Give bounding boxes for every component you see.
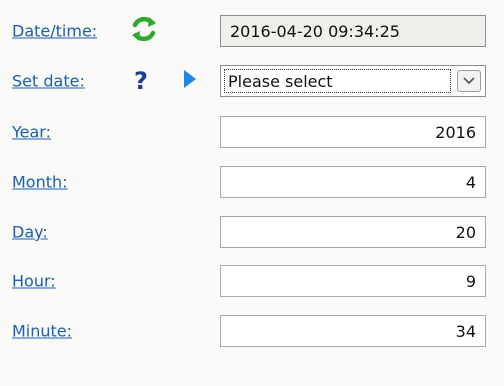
help-icon[interactable]: ?	[134, 69, 148, 93]
year-input[interactable]: 2016	[220, 116, 486, 148]
month-row: Month: 4	[0, 165, 504, 199]
set-date-label-link[interactable]: Set date:	[12, 72, 85, 91]
day-row: Day: 20	[0, 215, 504, 249]
hour-label-link[interactable]: Hour:	[12, 272, 56, 291]
minute-input[interactable]: 34	[220, 315, 486, 347]
hour-row: Hour: 9	[0, 264, 504, 298]
day-label-link[interactable]: Day:	[12, 223, 48, 242]
month-label-link[interactable]: Month:	[12, 173, 68, 192]
year-row: Year: 2016	[0, 115, 504, 149]
datetime-settings-panel: Date/time: 2016-04-20 09:34:25 Set date:…	[0, 0, 504, 386]
datetime-row: Date/time: 2016-04-20 09:34:25	[0, 14, 504, 48]
datetime-display-field: 2016-04-20 09:34:25	[220, 15, 486, 47]
minute-row: Minute: 34	[0, 314, 504, 348]
arrow-right-icon	[183, 69, 197, 93]
set-date-select[interactable]: Please select	[220, 65, 486, 97]
chevron-down-icon[interactable]	[457, 70, 481, 92]
month-input[interactable]: 4	[220, 166, 486, 198]
set-date-row: Set date: ? Please select	[0, 64, 504, 98]
datetime-label-link[interactable]: Date/time:	[12, 22, 97, 41]
day-input[interactable]: 20	[220, 216, 486, 248]
hour-input[interactable]: 9	[220, 265, 486, 297]
minute-label-link[interactable]: Minute:	[12, 322, 72, 341]
set-date-select-value: Please select	[224, 69, 451, 93]
refresh-icon[interactable]	[128, 13, 160, 49]
year-label-link[interactable]: Year:	[12, 123, 51, 142]
